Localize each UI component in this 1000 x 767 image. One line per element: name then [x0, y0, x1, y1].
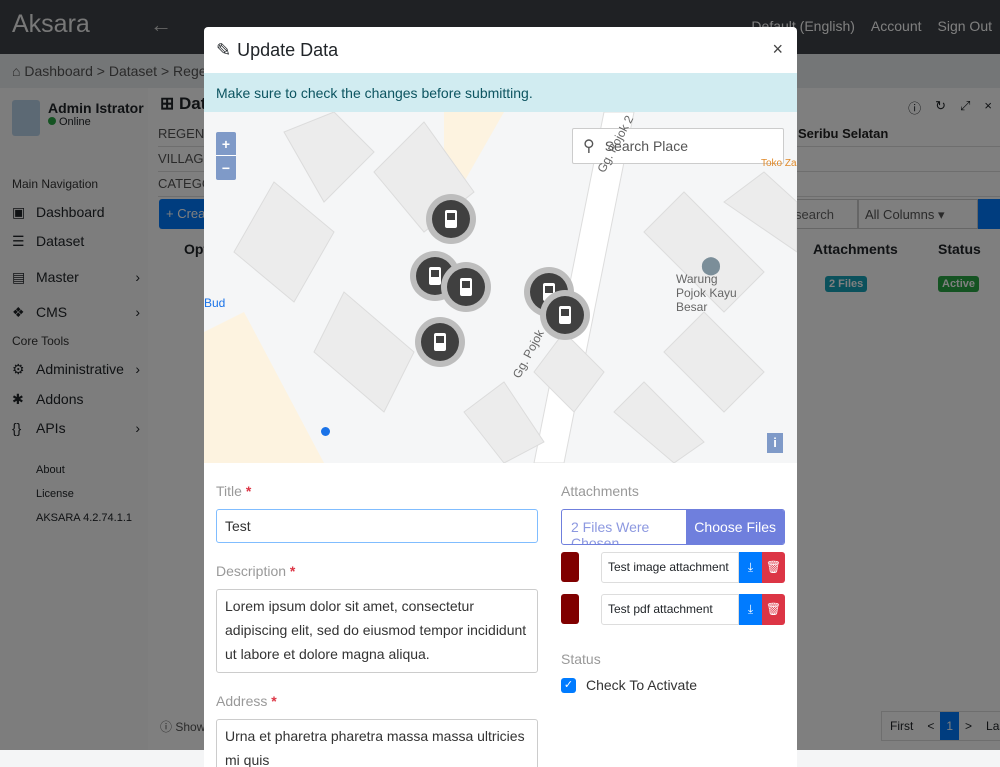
location-dot: [321, 427, 330, 436]
zoom-out-button[interactable]: −: [216, 156, 236, 180]
trash-icon[interactable]: 🗑: [762, 593, 785, 625]
poi-label: ⬤ Warung Pojok Kayu Besar: [676, 255, 746, 314]
bus-marker[interactable]: [540, 290, 590, 346]
choose-files-button[interactable]: Choose Files: [686, 510, 784, 544]
trash-icon[interactable]: 🗑: [762, 551, 785, 583]
bus-marker[interactable]: [415, 317, 465, 373]
map-zoom-control: + −: [216, 132, 236, 180]
attachment-item: Test image attachment ⤓ 🗑: [561, 551, 785, 583]
description-label: Description *: [216, 563, 296, 579]
place-label: Toko Za: [761, 158, 797, 169]
bus-marker[interactable]: [441, 262, 491, 318]
edit-icon: ✎: [216, 39, 232, 60]
modal-header: ✎ Update Data: [204, 27, 797, 73]
modal-close-button[interactable]: ×: [772, 39, 783, 60]
bus-marker[interactable]: [426, 194, 476, 250]
attachment-name-input[interactable]: Test pdf attachment: [601, 593, 739, 625]
status-label: Status: [561, 651, 601, 667]
title-label: Title *: [216, 483, 252, 499]
attachments-label: Attachments: [561, 483, 639, 499]
address-textarea[interactable]: Urna et pharetra pharetra massa massa ul…: [216, 719, 538, 767]
description-textarea[interactable]: Lorem ipsum dolor sit amet, consectetur …: [216, 589, 538, 673]
map[interactable]: + − ⚲ Search Place ⬤ Warung Pojok Kayu Besa…: [204, 112, 797, 463]
map-info-button[interactable]: i: [767, 433, 783, 453]
checkmark-icon[interactable]: ✓: [561, 677, 576, 693]
search-icon: ⚲: [583, 138, 595, 155]
download-icon[interactable]: ⤓: [739, 593, 762, 625]
modal-title: Update Data: [237, 39, 339, 60]
title-input[interactable]: Test: [216, 509, 538, 543]
attachment-item: Test pdf attachment ⤓ 🗑: [561, 593, 785, 625]
attachment-thumbnail: [561, 594, 579, 624]
address-label: Address *: [216, 693, 277, 709]
download-icon[interactable]: ⤓: [739, 551, 762, 583]
place-label: Bud: [204, 296, 226, 310]
attachment-name-input[interactable]: Test image attachment: [601, 551, 739, 583]
file-input[interactable]: 2 Files Were Chosen Choose Files: [561, 509, 785, 545]
update-data-modal: ✎ Update Data × Make sure to check the ch…: [204, 27, 797, 767]
attachment-thumbnail: [561, 552, 579, 582]
status-checkbox[interactable]: ✓ Check To Activate: [561, 677, 785, 693]
zoom-in-button[interactable]: +: [216, 132, 236, 156]
map-pin-icon: ⬤: [700, 255, 722, 275]
info-alert: Make sure to check the changes before su…: [204, 73, 797, 112]
